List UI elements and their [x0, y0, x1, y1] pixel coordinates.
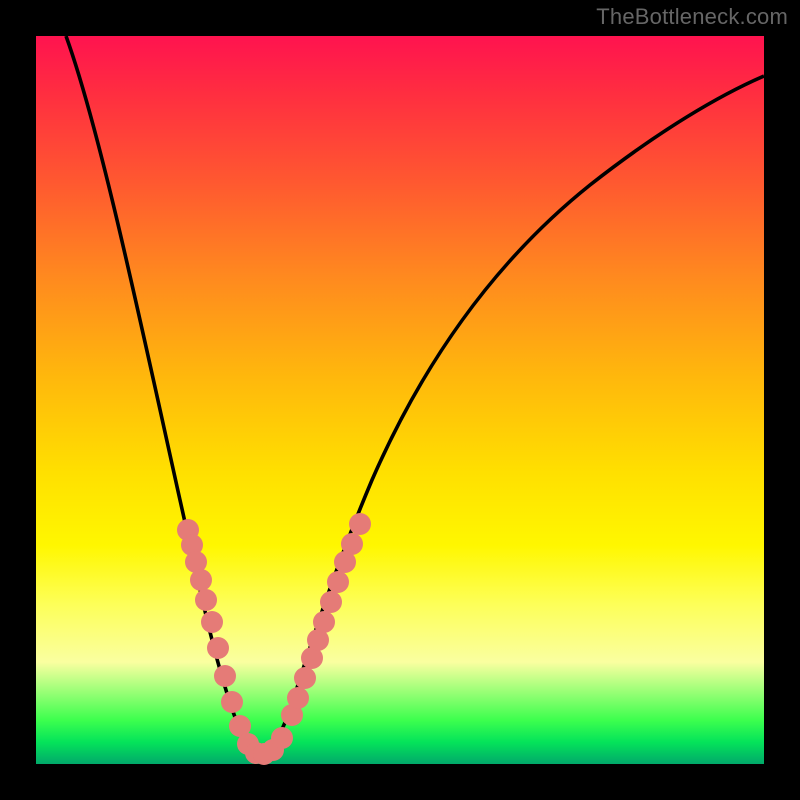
- data-marker: [195, 589, 217, 611]
- bottleneck-curve: [66, 36, 764, 755]
- data-marker: [221, 691, 243, 713]
- data-marker: [313, 611, 335, 633]
- data-marker: [190, 569, 212, 591]
- data-marker: [201, 611, 223, 633]
- data-marker: [207, 637, 229, 659]
- data-marker: [341, 533, 363, 555]
- watermark-text: TheBottleneck.com: [596, 4, 788, 30]
- chart-svg: [0, 0, 800, 800]
- data-marker: [294, 667, 316, 689]
- data-marker: [214, 665, 236, 687]
- data-marker: [349, 513, 371, 535]
- data-marker: [320, 591, 342, 613]
- data-marker: [271, 727, 293, 749]
- data-marker: [287, 687, 309, 709]
- chart-curve-group: [66, 36, 764, 755]
- data-marker: [327, 571, 349, 593]
